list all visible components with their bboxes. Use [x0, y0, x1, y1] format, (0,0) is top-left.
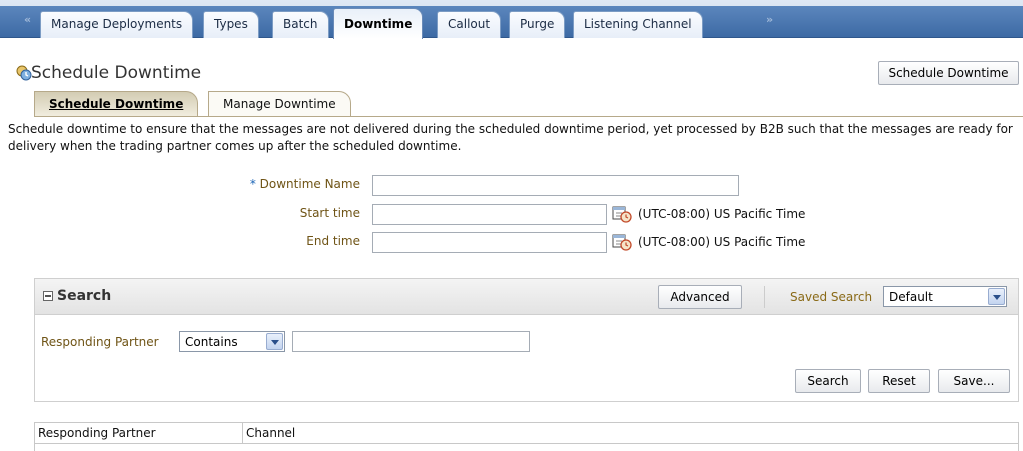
scroll-right-icon[interactable]: »: [766, 13, 773, 26]
start-time-label: Start time: [299, 206, 360, 220]
tab-listening-channel[interactable]: Listening Channel: [573, 11, 703, 38]
tab-label: Manage Deployments: [51, 17, 183, 31]
downtime-name-label: * Downtime Name: [200, 177, 360, 191]
subtab-label: Manage Downtime: [223, 97, 336, 111]
tab-label: Listening Channel: [584, 17, 692, 31]
results-table-header: Responding Partner Channel: [34, 422, 1019, 444]
end-time-timezone: (UTC-08:00) US Pacific Time: [638, 235, 806, 249]
end-time-label: End time: [306, 234, 360, 248]
downtime-name-field[interactable]: [372, 175, 739, 196]
calendar-icon[interactable]: [612, 205, 632, 223]
tab-purge[interactable]: Purge: [509, 11, 566, 38]
tab-callout[interactable]: Callout: [437, 11, 502, 38]
chevron-down-icon[interactable]: [266, 333, 283, 350]
search-panel: Search Advanced Saved Search Default Res…: [34, 278, 1019, 402]
tab-label: Purge: [520, 17, 555, 31]
column-header-channel[interactable]: Channel: [246, 426, 295, 440]
required-marker: *: [249, 177, 256, 191]
saved-search-select[interactable]: Default: [883, 286, 1007, 307]
start-time-timezone: (UTC-08:00) US Pacific Time: [638, 207, 806, 221]
operator-select[interactable]: Contains: [179, 331, 285, 352]
subtab-manage-downtime[interactable]: Manage Downtime: [208, 91, 351, 117]
search-title: Search: [57, 288, 112, 304]
calendar-icon[interactable]: [612, 233, 632, 251]
subtab-schedule-downtime[interactable]: Schedule Downtime: [34, 91, 199, 117]
subtab-divider: [34, 116, 1023, 117]
start-time-field[interactable]: [372, 204, 607, 225]
save-button[interactable]: Save...: [938, 369, 1010, 393]
search-header: Search Advanced Saved Search Default: [35, 279, 1018, 315]
downtime-name-label-text: Downtime Name: [259, 177, 360, 191]
page-description: Schedule downtime to ensure that the mes…: [8, 122, 1013, 153]
search-button[interactable]: Search: [795, 369, 861, 393]
saved-search-value: Default: [889, 290, 933, 304]
reset-button[interactable]: Reset: [868, 369, 930, 393]
tab-batch[interactable]: Batch: [272, 11, 329, 38]
column-header-responding-partner[interactable]: Responding Partner: [38, 426, 156, 440]
responding-partner-input[interactable]: [292, 331, 530, 352]
page-title: Schedule Downtime: [31, 63, 202, 83]
advanced-button[interactable]: Advanced: [658, 285, 742, 309]
tab-types[interactable]: Types: [203, 11, 259, 38]
tab-manage-deployments[interactable]: Manage Deployments: [40, 11, 194, 38]
tab-downtime[interactable]: Downtime: [333, 8, 424, 39]
tab-label: Callout: [448, 17, 491, 31]
schedule-downtime-button[interactable]: Schedule Downtime: [878, 61, 1019, 85]
tab-label: Batch: [283, 17, 318, 31]
subtab-label: Schedule Downtime: [49, 97, 184, 111]
results-table-body: [34, 443, 1019, 451]
operator-value: Contains: [185, 335, 238, 349]
tab-bar: « Manage Deployments Types Batch Downtim…: [0, 0, 1023, 39]
scroll-left-icon[interactable]: «: [24, 13, 31, 26]
saved-search-label: Saved Search: [790, 290, 873, 304]
chevron-down-icon[interactable]: [988, 288, 1005, 305]
end-time-field[interactable]: [372, 232, 607, 253]
tab-label: Downtime: [344, 17, 413, 31]
tab-label: Types: [214, 17, 248, 31]
responding-partner-label: Responding Partner: [41, 335, 159, 349]
schedule-icon: [16, 65, 32, 81]
column-divider: [242, 423, 243, 444]
collapse-icon[interactable]: [43, 291, 53, 301]
header-divider: [764, 286, 765, 308]
